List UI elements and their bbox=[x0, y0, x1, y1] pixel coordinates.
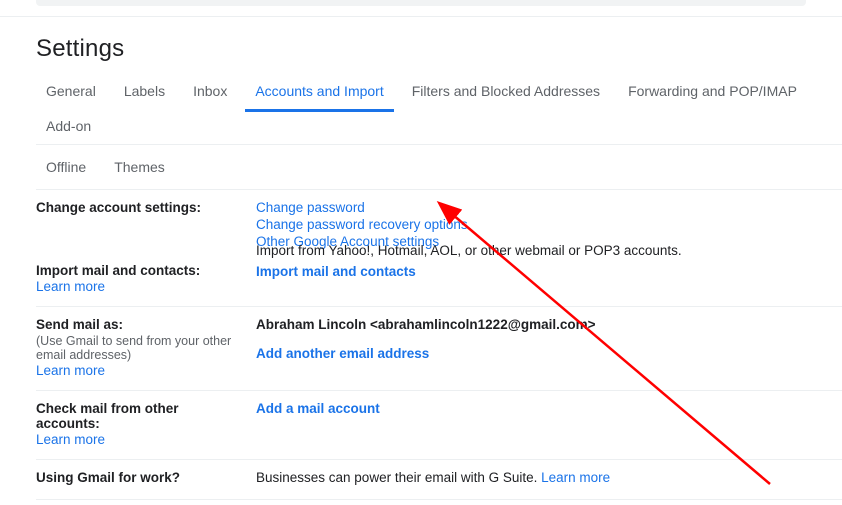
tab-inbox[interactable]: Inbox bbox=[183, 77, 237, 112]
link-change-password-recovery[interactable]: Change password recovery options bbox=[256, 217, 468, 232]
link-add-mail-account[interactable]: Add a mail account bbox=[256, 401, 380, 416]
tab-filters-blocked[interactable]: Filters and Blocked Addresses bbox=[402, 77, 610, 112]
link-add-another-email[interactable]: Add another email address bbox=[256, 346, 429, 361]
link-learn-more-check-mail[interactable]: Learn more bbox=[36, 432, 105, 447]
label-send-mail-as: Send mail as: bbox=[36, 317, 246, 332]
page-title: Settings bbox=[36, 35, 842, 63]
link-learn-more-gsuite[interactable]: Learn more bbox=[541, 470, 610, 485]
label-change-account-settings: Change account settings: bbox=[36, 200, 246, 215]
section-import-mail-contacts: Import mail and contacts: Learn more Imp… bbox=[36, 253, 842, 307]
label-gmail-for-work: Using Gmail for work? bbox=[36, 470, 246, 485]
label-check-mail: Check mail from other accounts: bbox=[36, 401, 246, 431]
link-import-mail-contacts[interactable]: Import mail and contacts bbox=[256, 264, 416, 279]
tab-themes[interactable]: Themes bbox=[104, 153, 175, 185]
label-import-mail-contacts: Import mail and contacts: bbox=[36, 263, 246, 278]
settings-tabs-row1: General Labels Inbox Accounts and Import… bbox=[36, 77, 842, 145]
tab-addons[interactable]: Add-on bbox=[36, 112, 101, 144]
settings-tabs-row2: Offline Themes bbox=[36, 153, 842, 190]
tab-accounts-and-import[interactable]: Accounts and Import bbox=[245, 77, 393, 112]
tab-offline[interactable]: Offline bbox=[36, 153, 96, 185]
link-change-password[interactable]: Change password bbox=[256, 200, 365, 215]
tab-labels[interactable]: Labels bbox=[114, 77, 175, 112]
tab-general[interactable]: General bbox=[36, 77, 106, 112]
text-gsuite-desc: Businesses can power their email with G … bbox=[256, 470, 541, 485]
section-send-mail-as: Send mail as: (Use Gmail to send from yo… bbox=[36, 307, 842, 391]
tab-forwarding-pop-imap[interactable]: Forwarding and POP/IMAP bbox=[618, 77, 807, 112]
link-learn-more-send-as[interactable]: Learn more bbox=[36, 363, 105, 378]
label-send-mail-as-sub: (Use Gmail to send from your other email… bbox=[36, 334, 246, 362]
section-gmail-for-work: Using Gmail for work? Businesses can pow… bbox=[36, 460, 842, 500]
section-check-mail: Check mail from other accounts: Learn mo… bbox=[36, 391, 842, 460]
section-partial-next bbox=[36, 500, 842, 505]
text-import-desc: Import from Yahoo!, Hotmail, AOL, or oth… bbox=[256, 243, 842, 258]
top-search-placeholder-bar bbox=[36, 0, 806, 6]
text-send-as-identity: Abraham Lincoln <abrahamlincoln1222@gmai… bbox=[256, 317, 842, 332]
link-learn-more-import[interactable]: Learn more bbox=[36, 279, 105, 294]
divider bbox=[0, 16, 842, 17]
